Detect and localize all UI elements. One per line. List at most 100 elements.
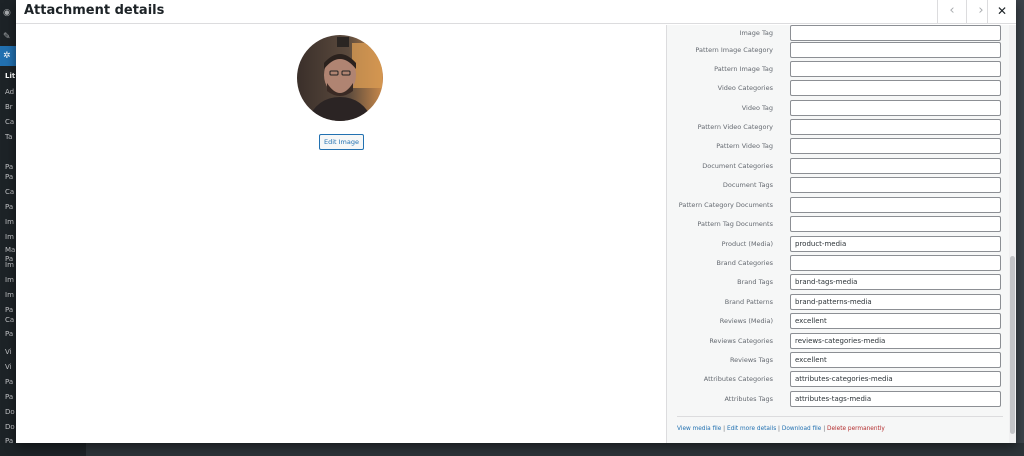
field-label: Pattern Image Tag xyxy=(714,65,773,73)
sidebar-item[interactable]: Do xyxy=(5,423,15,431)
field-label: Pattern Tag Documents xyxy=(697,220,773,228)
field-row: Document Tags xyxy=(667,177,1007,194)
field-input[interactable] xyxy=(790,158,1001,174)
field-label: Reviews Categories xyxy=(709,337,773,345)
sidebar-item[interactable]: Vi xyxy=(5,348,12,356)
close-icon: ✕ xyxy=(996,4,1008,18)
gear-icon: ✲ xyxy=(3,51,11,61)
field-input[interactable] xyxy=(790,197,1001,213)
download-file-link[interactable]: Download file xyxy=(782,426,822,432)
field-input[interactable] xyxy=(790,80,1001,96)
field-row: Product (Media) product-media xyxy=(667,236,1007,253)
sidebar-item[interactable]: Ad xyxy=(5,88,14,96)
field-label: Brand Tags xyxy=(737,278,773,286)
field-row: Video Tag xyxy=(667,100,1007,117)
field-input[interactable]: brand-patterns-media xyxy=(790,294,1001,310)
field-input[interactable] xyxy=(790,25,1001,41)
field-row: Brand Categories xyxy=(667,255,1007,272)
field-label: Video Tag xyxy=(741,104,773,112)
field-input[interactable]: brand-tags-media xyxy=(790,274,1001,290)
sidebar-item[interactable]: Pa xyxy=(5,393,13,401)
field-row: Brand Tags brand-tags-media xyxy=(667,274,1007,291)
field-label: Attributes Categories xyxy=(703,375,773,383)
attachment-details-panel: Image Tag Pattern Image Category Pattern I… xyxy=(666,25,1016,443)
field-row: Pattern Image Tag xyxy=(667,61,1007,78)
field-row: Reviews Categories reviews-categories-med… xyxy=(667,333,1007,350)
field-row: Pattern Tag Documents xyxy=(667,216,1007,233)
chevron-left-icon: ‹ xyxy=(949,3,955,18)
edit-more-details-link[interactable]: Edit more details xyxy=(727,426,776,432)
sidebar-item[interactable]: Pa xyxy=(5,330,13,338)
portrait-image xyxy=(297,35,383,121)
field-input[interactable] xyxy=(790,61,1001,77)
sidebar-item[interactable]: Pa xyxy=(5,378,13,386)
scrollbar-thumb[interactable] xyxy=(1010,256,1015,434)
field-input[interactable]: product-media xyxy=(790,236,1001,252)
field-row: Image Tag xyxy=(667,25,1007,42)
sidebar-item[interactable]: Ca xyxy=(5,188,14,196)
field-label: Reviews Tags xyxy=(729,356,773,364)
field-label: Reviews (Media) xyxy=(719,317,773,325)
field-input[interactable] xyxy=(790,255,1001,271)
pin-icon: ✎ xyxy=(3,32,11,42)
sidebar-item[interactable]: Br xyxy=(5,103,13,111)
field-label: Pattern Video Tag xyxy=(716,142,773,150)
sidebar-item[interactable]: Pa xyxy=(5,203,13,211)
sidebar-item[interactable]: Pa xyxy=(5,306,13,314)
admin-footer-strip xyxy=(0,443,1024,456)
field-row: Pattern Category Documents xyxy=(667,197,1007,214)
field-input[interactable]: reviews-categories-media xyxy=(790,333,1001,349)
delete-permanently-link[interactable]: Delete permanently xyxy=(827,426,885,432)
field-input[interactable] xyxy=(790,100,1001,116)
view-media-file-link[interactable]: View media file xyxy=(677,426,721,432)
sidebar-item[interactable]: Im xyxy=(5,261,14,269)
sidebar-section-label: Lit xyxy=(5,72,16,80)
sidebar-item[interactable]: Vi xyxy=(5,363,12,371)
sidebar-item[interactable]: Ca xyxy=(5,316,14,324)
field-label: Image Tag xyxy=(739,29,773,37)
edit-image-button[interactable]: Edit Image xyxy=(319,134,364,150)
field-row: Brand Patterns brand-patterns-media xyxy=(667,294,1007,311)
field-row: Pattern Image Category xyxy=(667,42,1007,59)
field-row: Attributes Categories attributes-categori… xyxy=(667,371,1007,388)
sidebar-item[interactable]: Do xyxy=(5,408,15,416)
sidebar-item[interactable]: Ca xyxy=(5,118,14,126)
details-scrollbar[interactable] xyxy=(1009,25,1016,443)
field-label: Product (Media) xyxy=(721,240,773,248)
sidebar-item[interactable]: Ma xyxy=(5,246,15,254)
sidebar-item[interactable]: Im xyxy=(5,276,14,284)
field-label: Document Categories xyxy=(702,162,773,170)
previous-attachment-button[interactable]: ‹ xyxy=(937,0,966,24)
field-input[interactable] xyxy=(790,177,1001,193)
field-label: Pattern Image Category xyxy=(695,46,773,54)
field-row: Reviews Tags excellent xyxy=(667,352,1007,369)
sidebar-item[interactable]: Pa xyxy=(5,163,13,171)
attachment-actions: View media file | Edit more details | Do… xyxy=(677,426,885,432)
sidebar-item[interactable]: Im xyxy=(5,218,14,226)
field-input[interactable] xyxy=(790,216,1001,232)
field-input[interactable] xyxy=(790,42,1001,58)
modal-title: Attachment details xyxy=(24,3,165,18)
field-input[interactable]: attributes-tags-media xyxy=(790,391,1001,407)
field-row: Reviews (Media) excellent xyxy=(667,313,1007,330)
field-row: Document Categories xyxy=(667,158,1007,175)
field-row: Video Categories xyxy=(667,80,1007,97)
field-row: Attributes Tags attributes-tags-media xyxy=(667,391,1007,408)
close-modal-button[interactable]: ✕ xyxy=(987,0,1016,24)
field-input[interactable]: attributes-categories-media xyxy=(790,371,1001,387)
field-input[interactable] xyxy=(790,138,1001,154)
field-input[interactable]: excellent xyxy=(790,352,1001,368)
field-label: Attributes Tags xyxy=(724,395,773,403)
field-input[interactable]: excellent xyxy=(790,313,1001,329)
sidebar-item[interactable]: Pa xyxy=(5,173,13,181)
modal-header: Attachment details ‹ › ✕ xyxy=(16,0,1016,24)
field-row: Pattern Video Tag xyxy=(667,138,1007,155)
field-label: Brand Patterns xyxy=(724,298,773,306)
field-label: Pattern Video Category xyxy=(697,123,773,131)
sidebar-item[interactable]: Im xyxy=(5,233,14,241)
sidebar-item[interactable]: Im xyxy=(5,291,14,299)
field-input[interactable] xyxy=(790,119,1001,135)
dashboard-icon: ◉ xyxy=(3,8,11,18)
field-row: Pattern Video Category xyxy=(667,119,1007,136)
sidebar-item[interactable]: Ta xyxy=(5,133,12,141)
